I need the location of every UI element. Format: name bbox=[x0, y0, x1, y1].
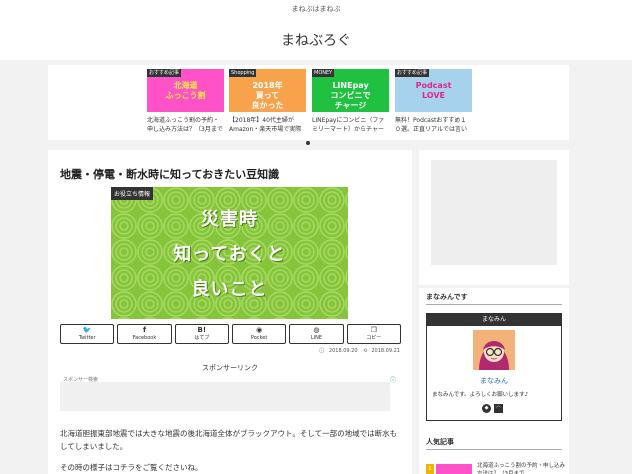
eyecatch-headline-1: 災害時 bbox=[201, 209, 258, 230]
card-category-badge: おすすめ記事 bbox=[395, 69, 430, 77]
share-pocket-button[interactable]: ◉ Pocket bbox=[231, 324, 287, 344]
eyecatch-headline-2: 知っておくと bbox=[173, 244, 286, 265]
share-line-button[interactable]: ◍ LINE bbox=[289, 324, 344, 344]
article-paragraph: その時の様子はコチラをご覧くださいね。 bbox=[60, 463, 203, 472]
copy-icon: ❐ bbox=[370, 326, 377, 334]
article-title: 地震・停電・断水時に知っておきたい豆知識 bbox=[60, 168, 280, 181]
carousel-card[interactable]: LINEpay コンビニで チャージ MONEY LINEpayにコンビニ（ファミリ… bbox=[312, 69, 389, 134]
profile-box-title: まなみん bbox=[427, 314, 561, 326]
popular-title[interactable]: 北海道ふっこう割の予約・申し込み方法は？（3月まで bbox=[477, 462, 565, 474]
card-thumb-text: Podcast LOVE bbox=[415, 81, 452, 100]
card-thumbnail[interactable]: LINEpay コンビニで チャージ MONEY bbox=[312, 69, 389, 112]
pocket-icon: ◉ bbox=[256, 326, 263, 334]
share-label: Twitter bbox=[78, 335, 96, 341]
hatena-icon: B! bbox=[197, 326, 207, 334]
card-title[interactable]: 北海道ふっこう割の予約・申し込み方法は？（3月までセール・クーポン情報随時 bbox=[147, 116, 224, 134]
published-date: 2018.09.20 bbox=[328, 348, 358, 354]
profile-heading: まなみんです bbox=[426, 293, 468, 301]
clock-icon: 🕓 bbox=[318, 348, 325, 354]
profile-box: まなみん まなみん まなみんです。よろしくお願いします♪ ◆ ◠ bbox=[426, 313, 562, 421]
eyecatch-category-badge: お役立ち情報 bbox=[111, 187, 154, 200]
sidebar-ad-slot[interactable] bbox=[431, 160, 557, 265]
sponsor-heading: スポンサーリンク bbox=[202, 364, 258, 372]
share-label: Pocket bbox=[250, 335, 268, 341]
featured-carousel: 北海道 ふっこう割 おすすめ記事 北海道ふっこう割の予約・申し込み方法は？（3月ま… bbox=[48, 65, 569, 140]
profile-description: まなみんです。よろしくお願いします♪ bbox=[432, 392, 529, 398]
sidebar-profile-widget: まなみんです まなみん まなみん まなみんです。よろしくお願いします♪ ◆ ◠ … bbox=[419, 288, 569, 474]
twitter-icon: 🐦 bbox=[82, 326, 92, 334]
profile-name-link[interactable]: まなみん bbox=[427, 376, 561, 386]
heading-divider bbox=[426, 449, 562, 450]
article-main: 地震・停電・断水時に知っておきたい豆知識 お役立ち情報 災害時 知っておくと 良… bbox=[48, 150, 412, 474]
site-tagline: まねぶはまねぶ bbox=[291, 5, 341, 13]
rss-icon[interactable]: ◠ bbox=[494, 404, 503, 413]
card-category-badge: Shopping bbox=[229, 69, 257, 77]
card-thumb-text: LINEpay コンビニで チャージ bbox=[330, 81, 371, 110]
card-thumbnail[interactable]: 北海道 ふっこう割 おすすめ記事 bbox=[147, 69, 224, 112]
card-title[interactable]: 無料！Podcastおすすめ１０選。正直リアルでは言いづらい。 bbox=[395, 116, 472, 134]
eyecatch-headline-3: 良いこと bbox=[191, 279, 268, 300]
popular-thumbnail[interactable] bbox=[436, 464, 472, 474]
updated-date: 2018.09.21 bbox=[371, 348, 400, 354]
card-thumbnail[interactable]: Podcast LOVE おすすめ記事 bbox=[395, 69, 472, 112]
card-thumb-text: 2018年 買って 良かった bbox=[251, 81, 284, 110]
card-category-badge: おすすめ記事 bbox=[147, 69, 182, 77]
share-buttons: 🐦 Twitter f Facebook B! はてブ ◉ Pocket ◍ L… bbox=[60, 324, 401, 344]
share-label: コピー bbox=[366, 335, 382, 341]
rank-badge: 1 bbox=[426, 464, 434, 474]
eyecatch-image: お役立ち情報 災害時 知っておくと 良いこと bbox=[111, 187, 348, 319]
sidebar-ad-widget bbox=[419, 150, 569, 285]
carousel-card[interactable]: 2018年 買って 良かった Shopping 【2018年】40代主婦がAmazo… bbox=[229, 69, 306, 134]
carousel-card[interactable]: 北海道 ふっこう割 おすすめ記事 北海道ふっこう割の予約・申し込み方法は？（3月ま… bbox=[147, 69, 224, 134]
share-copy-button[interactable]: ❐ コピー bbox=[346, 324, 401, 344]
article-paragraph: 北海道胆振東部地震では大きな地震の後北海道全体がブラックアウト。そして一部の地域… bbox=[60, 429, 398, 451]
share-label: Facebook bbox=[132, 335, 157, 341]
site-title[interactable]: まねぶろぐ bbox=[0, 30, 632, 50]
card-category-badge: MONEY bbox=[312, 69, 335, 77]
site-header: まねぶはまねぶ まねぶろぐ bbox=[0, 0, 632, 60]
card-thumbnail[interactable]: 2018年 買って 良かった Shopping bbox=[229, 69, 306, 112]
carousel-card[interactable]: Podcast LOVE おすすめ記事 無料！Podcastおすすめ１０選。正直リ… bbox=[395, 69, 472, 134]
adchoices-icon[interactable]: ⓘ bbox=[390, 375, 396, 384]
card-title[interactable]: LINEpayにコンビニ（ファミリーマート）からチャージする方法。銀行口座の登 bbox=[312, 116, 389, 134]
ad-slot[interactable] bbox=[60, 382, 390, 411]
share-twitter-button[interactable]: 🐦 Twitter bbox=[60, 324, 115, 344]
share-label: はてブ bbox=[194, 335, 210, 341]
post-dates: 🕓 2018.09.20 ⟲ 2018.09.21 bbox=[315, 348, 400, 354]
feedly-icon[interactable]: ◆ bbox=[482, 404, 491, 413]
share-label: LINE bbox=[310, 335, 323, 341]
card-title[interactable]: 【2018年】40代主婦がAmazon・楽天市場で実際に買って良かったもの28選 bbox=[229, 116, 306, 134]
share-facebook-button[interactable]: f Facebook bbox=[117, 324, 172, 344]
profile-social-links: ◆ ◠ bbox=[482, 404, 503, 413]
card-thumb-text: 北海道 ふっこう割 bbox=[165, 81, 206, 100]
avatar bbox=[473, 330, 515, 370]
share-hatena-button[interactable]: B! はてブ bbox=[174, 324, 229, 344]
heading-divider bbox=[426, 304, 562, 305]
line-icon: ◍ bbox=[313, 326, 320, 334]
carousel-dot[interactable] bbox=[306, 141, 310, 145]
popular-heading: 人気記事 bbox=[426, 438, 454, 446]
update-icon: ⟲ bbox=[363, 348, 368, 354]
facebook-icon: f bbox=[142, 326, 147, 334]
